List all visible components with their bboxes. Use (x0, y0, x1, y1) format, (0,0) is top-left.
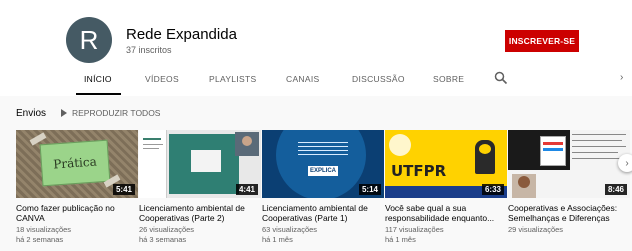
subscribe-button[interactable]: INSCREVER-SE (505, 30, 579, 52)
video-duration: 8:46 (604, 184, 627, 195)
video-duration: 4:41 (235, 184, 258, 195)
active-tab-indicator (76, 93, 121, 95)
tab-about[interactable]: SOBRE (433, 74, 464, 84)
video-thumbnail[interactable]: 8:46 (508, 130, 630, 198)
thumbnail-text: Prática (52, 154, 98, 172)
video-card[interactable]: UTFPR 6:33 Você sabe qual a sua responsa… (385, 130, 507, 245)
video-title[interactable]: Cooperativas e Associações: Semelhanças … (508, 203, 630, 223)
search-icon[interactable] (494, 71, 508, 85)
video-title[interactable]: Você sabe qual a sua responsabilidade en… (385, 203, 507, 223)
tab-home[interactable]: INÍCIO (84, 74, 112, 84)
tab-discussion[interactable]: DISCUSSÃO (352, 74, 405, 84)
video-card[interactable]: Prática 5:41 Como fazer publicação no CA… (16, 130, 138, 245)
video-title[interactable]: Como fazer publicação no CANVA (16, 203, 138, 223)
section-title: Envios (16, 108, 47, 119)
video-duration: 6:33 (481, 184, 504, 195)
video-thumbnail[interactable]: UTFPR 6:33 (385, 130, 507, 198)
tab-channels[interactable]: CANAIS (286, 74, 319, 84)
video-views: 63 visualizações (262, 225, 318, 234)
subscriber-count: 37 inscritos (126, 45, 172, 55)
video-age: há 2 semanas (16, 235, 64, 244)
thumbnail-text: EXPLICA (309, 168, 336, 174)
channel-tabs: INÍCIO VÍDEOS PLAYLISTS CANAIS DISCUSSÃO… (0, 66, 632, 96)
video-card[interactable]: 4:41 Licenciamento ambiental de Cooperat… (139, 130, 261, 245)
tab-videos[interactable]: VÍDEOS (145, 74, 179, 84)
video-thumbnail[interactable]: Prática 5:41 (16, 130, 138, 198)
video-views: 29 visualizações (508, 225, 564, 234)
video-card[interactable]: EXPLICA 5:14 Licenciamento ambiental de … (262, 130, 384, 245)
video-duration: 5:14 (358, 184, 381, 195)
thumbnail-text: UTFPR (391, 162, 447, 180)
tabs-scroll-right-icon[interactable]: › (620, 72, 623, 83)
video-age: há 1 mês (385, 235, 416, 244)
avatar[interactable]: R (66, 17, 112, 63)
video-age: há 1 mês (262, 235, 293, 244)
chevron-right-icon[interactable]: › (618, 154, 632, 172)
video-views: 117 visualizações (385, 225, 444, 234)
video-title[interactable]: Licenciamento ambiental de Cooperativas … (139, 203, 261, 223)
video-title[interactable]: Licenciamento ambiental de Cooperativas … (262, 203, 384, 223)
video-duration: 5:41 (112, 184, 135, 195)
channel-header: R Rede Expandida 37 inscritos INSCREVER-… (0, 0, 632, 96)
video-thumbnail[interactable]: EXPLICA 5:14 (262, 130, 384, 198)
play-all-button[interactable]: REPRODUZIR TODOS (61, 108, 160, 118)
video-thumbnail[interactable]: 4:41 (139, 130, 261, 198)
channel-name: Rede Expandida (126, 26, 237, 43)
play-icon (61, 109, 67, 117)
play-all-label: REPRODUZIR TODOS (72, 108, 161, 118)
video-views: 18 visualizações (16, 225, 72, 234)
video-views: 26 visualizações (139, 225, 195, 234)
video-age: há 3 semanas (139, 235, 187, 244)
video-card[interactable]: 8:46 Cooperativas e Associações: Semelha… (508, 130, 630, 235)
tab-playlists[interactable]: PLAYLISTS (209, 74, 256, 84)
